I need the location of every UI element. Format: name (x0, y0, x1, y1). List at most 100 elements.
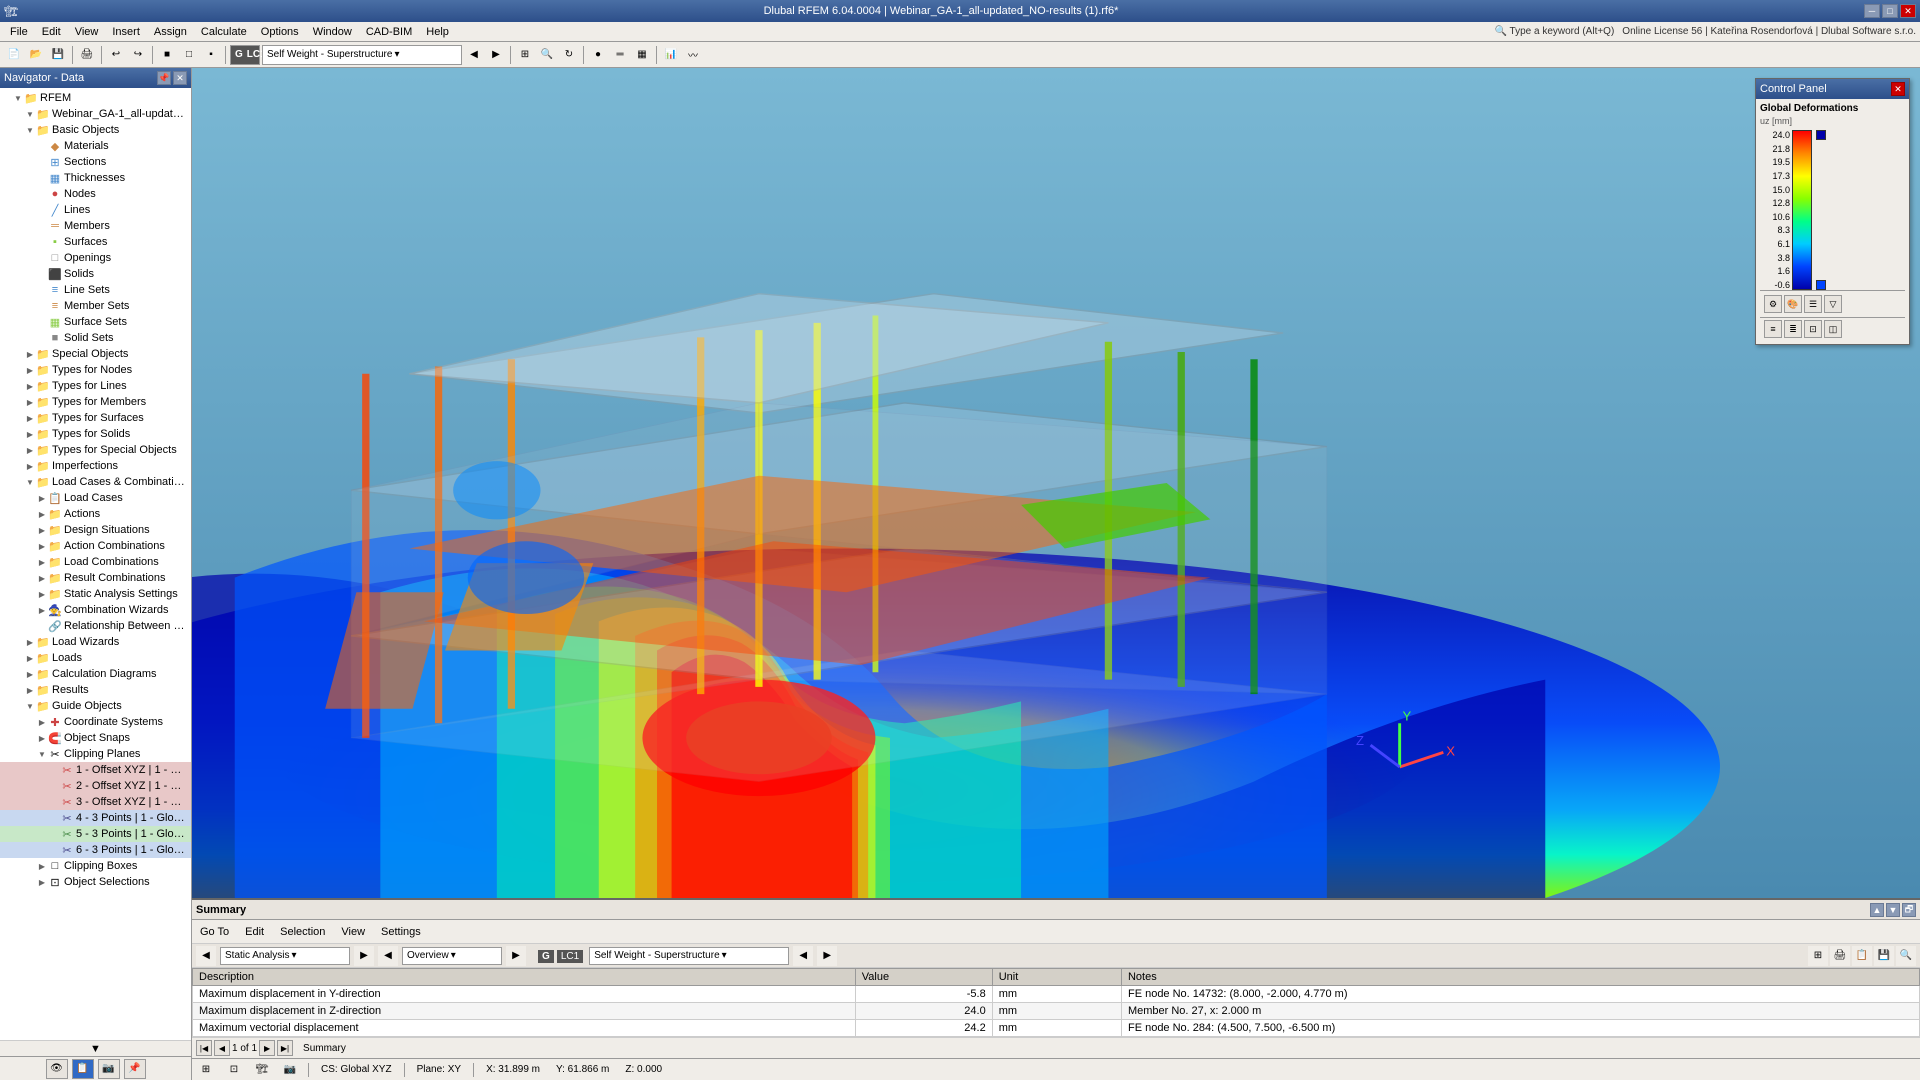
edit-button[interactable]: Edit (241, 924, 268, 940)
nav-tab-pin[interactable]: 📌 (124, 1059, 146, 1079)
nav-item-imperfections[interactable]: ▶ 📁 Imperfections (0, 458, 191, 474)
nav-item-load-wizards[interactable]: ▶ 📁 Load Wizards (0, 634, 191, 650)
next-page-button[interactable]: ▶ (259, 1040, 275, 1056)
nav-item-clipping-planes[interactable]: ▼ ✂ Clipping Planes (0, 746, 191, 762)
menu-assign[interactable]: Assign (148, 25, 193, 39)
cp-settings-icon[interactable]: ⚙ (1764, 295, 1782, 313)
undo-button[interactable]: ↩ (106, 45, 126, 65)
analysis-type-dropdown[interactable]: Static Analysis ▾ (220, 947, 350, 965)
nav-item-object-selections[interactable]: ▶ ⊡ Object Selections (0, 874, 191, 890)
nav-item-surfaces[interactable]: ▪ Surfaces (0, 234, 191, 250)
menu-window[interactable]: Window (307, 25, 358, 39)
load-case-selector[interactable]: Self Weight - Superstructure ▾ (262, 45, 462, 65)
status-icon-1[interactable]: ⊞ (196, 1060, 216, 1080)
lc-next-button[interactable]: ▶ (817, 946, 837, 966)
cp-list-icon[interactable]: ☰ (1804, 295, 1822, 313)
nav-item-special-objects[interactable]: ▶ 📁 Special Objects (0, 346, 191, 362)
menu-view[interactable]: View (69, 25, 105, 39)
analysis-arrow-left[interactable]: ◀ (196, 946, 216, 966)
control-panel-close-button[interactable]: ✕ (1891, 82, 1905, 96)
nav-item-clip-5[interactable]: ✂ 5 - 3 Points | 1 - Global XYZ (0, 826, 191, 842)
nav-item-relationship[interactable]: 🔗 Relationship Between Load C (0, 618, 191, 634)
settings-button[interactable]: Settings (377, 924, 425, 940)
nav-float-button[interactable]: 📌 (157, 71, 171, 85)
toggle-project[interactable]: ▼ (24, 108, 36, 120)
nav-item-actions[interactable]: ▶ 📁 Actions (0, 506, 191, 522)
lc-prev-button[interactable]: ◀ (793, 946, 813, 966)
toggle-special[interactable]: ▶ (24, 348, 36, 360)
cp-tb2-2[interactable]: ≣ (1784, 320, 1802, 338)
view-button[interactable]: View (337, 924, 369, 940)
status-icon-2[interactable]: ⊡ (224, 1060, 244, 1080)
nav-tab-view[interactable]: 👁 (46, 1059, 68, 1079)
menu-help[interactable]: Help (420, 25, 455, 39)
view-3d-button[interactable]: ■ (157, 45, 177, 65)
lc-name-dropdown[interactable]: Self Weight - Superstructure ▾ (589, 947, 789, 965)
last-page-button[interactable]: ▶| (277, 1040, 293, 1056)
zoom-in-button[interactable]: 🔍 (537, 45, 557, 65)
nav-item-design-situations[interactable]: ▶ 📁 Design Situations (0, 522, 191, 538)
deform-button[interactable]: 〰 (683, 45, 703, 65)
close-button[interactable]: ✕ (1900, 4, 1916, 18)
summary-float-button[interactable]: 🗗 (1902, 903, 1916, 917)
show-nodes-button[interactable]: ● (588, 45, 608, 65)
nav-item-object-snaps[interactable]: ▶ 🧲 Object Snaps (0, 730, 191, 746)
zoom-fit-button[interactable]: ⊞ (515, 45, 535, 65)
nav-tab-camera[interactable]: 📷 (98, 1059, 120, 1079)
nav-item-load-cases-combinations[interactable]: ▼ 📁 Load Cases & Combinations (0, 474, 191, 490)
export-results-button[interactable]: 💾 (1874, 946, 1894, 966)
overview-dropdown[interactable]: Overview ▾ (402, 947, 502, 965)
sheet-tab-label[interactable]: Summary (303, 1043, 346, 1054)
nav-item-nodes[interactable]: ● Nodes (0, 186, 191, 202)
nav-item-guide-objects[interactable]: ▼ 📁 Guide Objects (0, 698, 191, 714)
window-controls[interactable]: ─ □ ✕ (1864, 4, 1916, 18)
summary-expand-button[interactable]: ▲ (1870, 903, 1884, 917)
nav-close-button[interactable]: ✕ (173, 71, 187, 85)
nav-item-rfem[interactable]: ▼ 📁 RFEM (0, 90, 191, 106)
nav-item-load-cases[interactable]: ▶ 📋 Load Cases (0, 490, 191, 506)
nav-item-line-sets[interactable]: ≡ Line Sets (0, 282, 191, 298)
maximize-button[interactable]: □ (1882, 4, 1898, 18)
nav-item-project[interactable]: ▼ 📁 Webinar_GA-1_all-updated_NO-resul (0, 106, 191, 122)
status-icon-4[interactable]: 📷 (280, 1060, 300, 1080)
overview-next-button[interactable]: ▶ (506, 946, 526, 966)
goto-button[interactable]: Go To (196, 924, 233, 940)
new-button[interactable]: 📄 (4, 45, 24, 65)
nav-item-clipping-boxes[interactable]: ▶ □ Clipping Boxes (0, 858, 191, 874)
nav-item-clip-1[interactable]: ✂ 1 - Offset XYZ | 1 - Global X (0, 762, 191, 778)
cp-tb2-3[interactable]: ⊡ (1804, 320, 1822, 338)
print-button[interactable]: 🖨 (77, 45, 97, 65)
nav-item-load-combinations[interactable]: ▶ 📁 Load Combinations (0, 554, 191, 570)
nav-item-action-combinations[interactable]: ▶ 📁 Action Combinations (0, 538, 191, 554)
save-button[interactable]: 💾 (48, 45, 68, 65)
show-surfaces-button[interactable]: ▦ (632, 45, 652, 65)
copy-results-button[interactable]: 📋 (1852, 946, 1872, 966)
analysis-prev-button[interactable]: ◀ (378, 946, 398, 966)
navigator-scroll-down[interactable]: ▼ (0, 1040, 191, 1056)
nav-item-basic-objects[interactable]: ▼ 📁 Basic Objects (0, 122, 191, 138)
cp-color-icon[interactable]: 🎨 (1784, 295, 1802, 313)
nav-item-members[interactable]: ═ Members (0, 218, 191, 234)
open-button[interactable]: 📂 (26, 45, 46, 65)
nav-item-member-sets[interactable]: ≡ Member Sets (0, 298, 191, 314)
load-case-color[interactable]: G LC1 (230, 45, 260, 65)
nav-item-result-combinations[interactable]: ▶ 📁 Result Combinations (0, 570, 191, 586)
menu-calculate[interactable]: Calculate (195, 25, 253, 39)
nav-item-solid-sets[interactable]: ■ Solid Sets (0, 330, 191, 346)
redo-button[interactable]: ↪ (128, 45, 148, 65)
nav-item-coordinate-systems[interactable]: ▶ ✚ Coordinate Systems (0, 714, 191, 730)
menu-cad-bim[interactable]: CAD-BIM (360, 25, 418, 39)
nav-item-types-surfaces[interactable]: ▶ 📁 Types for Surfaces (0, 410, 191, 426)
nav-item-combination-wizards[interactable]: ▶ 🧙 Combination Wizards (0, 602, 191, 618)
next-lc-button[interactable]: ▶ (486, 45, 506, 65)
nav-item-sections[interactable]: ⊞ Sections (0, 154, 191, 170)
3d-viewport[interactable]: X Y Z Control Panel ✕ Global Deformation… (192, 68, 1920, 898)
menu-edit[interactable]: Edit (36, 25, 67, 39)
nav-item-clip-2[interactable]: ✂ 2 - Offset XYZ | 1 - Global X (0, 778, 191, 794)
prev-page-button[interactable]: ◀ (214, 1040, 230, 1056)
analysis-arrow-right[interactable]: ▶ (354, 946, 374, 966)
nav-item-lines[interactable]: ╱ Lines (0, 202, 191, 218)
view-render-button[interactable]: ▪ (201, 45, 221, 65)
summary-collapse-button[interactable]: ▼ (1886, 903, 1900, 917)
nav-item-loads[interactable]: ▶ 📁 Loads (0, 650, 191, 666)
